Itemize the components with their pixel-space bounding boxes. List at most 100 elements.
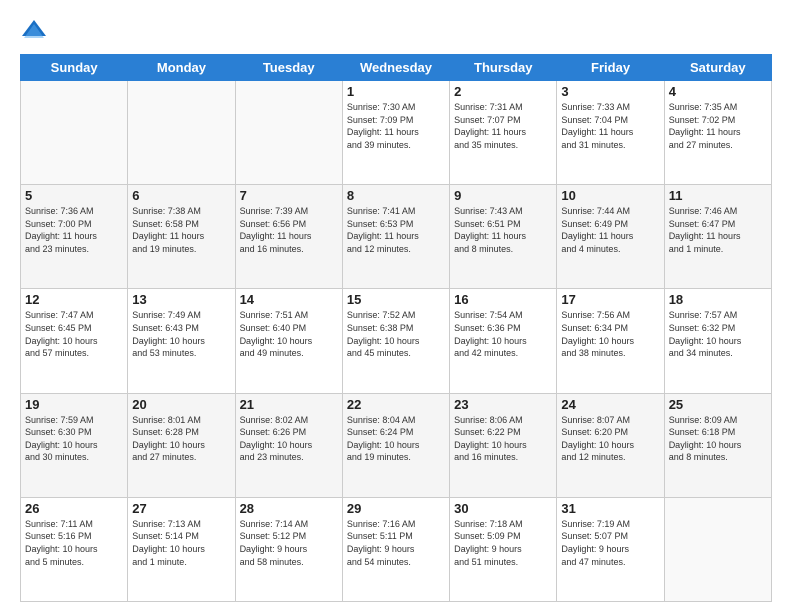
calendar-cell: 29 Sunrise: 7:16 AM Sunset: 5:11 PM Dayli… bbox=[342, 497, 449, 601]
weekday-header-wednesday: Wednesday bbox=[342, 55, 449, 81]
calendar-cell bbox=[21, 81, 128, 185]
day-number: 31 bbox=[561, 501, 659, 516]
calendar-cell: 15 Sunrise: 7:52 AM Sunset: 6:38 PM Dayli… bbox=[342, 289, 449, 393]
day-number: 17 bbox=[561, 292, 659, 307]
day-number: 8 bbox=[347, 188, 445, 203]
calendar-cell: 8 Sunrise: 7:41 AM Sunset: 6:53 PM Daylig… bbox=[342, 185, 449, 289]
day-number: 19 bbox=[25, 397, 123, 412]
calendar-cell: 14 Sunrise: 7:51 AM Sunset: 6:40 PM Dayli… bbox=[235, 289, 342, 393]
logo-icon bbox=[20, 16, 48, 44]
day-number: 6 bbox=[132, 188, 230, 203]
calendar-cell: 17 Sunrise: 7:56 AM Sunset: 6:34 PM Dayli… bbox=[557, 289, 664, 393]
day-number: 5 bbox=[25, 188, 123, 203]
calendar-cell: 16Sunrise: 7:54 AM Sunset: 6:36 PM Dayli… bbox=[450, 289, 557, 393]
calendar-cell: 6 Sunrise: 7:38 AM Sunset: 6:58 PM Daylig… bbox=[128, 185, 235, 289]
weekday-header-saturday: Saturday bbox=[664, 55, 771, 81]
day-info: Sunrise: 8:01 AM Sunset: 6:28 PM Dayligh… bbox=[132, 414, 230, 464]
day-info: Sunrise: 7:30 AM Sunset: 7:09 PM Dayligh… bbox=[347, 101, 445, 151]
calendar-cell: 1 Sunrise: 7:30 AM Sunset: 7:09 PM Daylig… bbox=[342, 81, 449, 185]
calendar-cell: 21 Sunrise: 8:02 AM Sunset: 6:26 PM Dayli… bbox=[235, 393, 342, 497]
day-number: 28 bbox=[240, 501, 338, 516]
day-info: Sunrise: 7:35 AM Sunset: 7:02 PM Dayligh… bbox=[669, 101, 767, 151]
calendar-cell: 7 Sunrise: 7:39 AM Sunset: 6:56 PM Daylig… bbox=[235, 185, 342, 289]
calendar-cell: 13Sunrise: 7:49 AM Sunset: 6:43 PM Dayli… bbox=[128, 289, 235, 393]
day-number: 1 bbox=[347, 84, 445, 99]
weekday-header-sunday: Sunday bbox=[21, 55, 128, 81]
day-info: Sunrise: 7:16 AM Sunset: 5:11 PM Dayligh… bbox=[347, 518, 445, 568]
calendar-cell: 24 Sunrise: 8:07 AM Sunset: 6:20 PM Dayli… bbox=[557, 393, 664, 497]
day-info: Sunrise: 7:39 AM Sunset: 6:56 PM Dayligh… bbox=[240, 205, 338, 255]
calendar-cell: 22Sunrise: 8:04 AM Sunset: 6:24 PM Dayli… bbox=[342, 393, 449, 497]
day-info: Sunrise: 7:19 AM Sunset: 5:07 PM Dayligh… bbox=[561, 518, 659, 568]
calendar-cell: 27Sunrise: 7:13 AM Sunset: 5:14 PM Dayli… bbox=[128, 497, 235, 601]
calendar-week-row: 12Sunrise: 7:47 AM Sunset: 6:45 PM Dayli… bbox=[21, 289, 772, 393]
day-info: Sunrise: 8:09 AM Sunset: 6:18 PM Dayligh… bbox=[669, 414, 767, 464]
calendar-cell: 23 Sunrise: 8:06 AM Sunset: 6:22 PM Dayli… bbox=[450, 393, 557, 497]
day-number: 7 bbox=[240, 188, 338, 203]
calendar-cell: 19 Sunrise: 7:59 AM Sunset: 6:30 PM Dayli… bbox=[21, 393, 128, 497]
calendar-cell: 31 Sunrise: 7:19 AM Sunset: 5:07 PM Dayli… bbox=[557, 497, 664, 601]
day-number: 14 bbox=[240, 292, 338, 307]
day-number: 16 bbox=[454, 292, 552, 307]
day-number: 3 bbox=[561, 84, 659, 99]
day-number: 26 bbox=[25, 501, 123, 516]
day-number: 30 bbox=[454, 501, 552, 516]
calendar-cell: 28 Sunrise: 7:14 AM Sunset: 5:12 PM Dayli… bbox=[235, 497, 342, 601]
day-info: Sunrise: 7:44 AM Sunset: 6:49 PM Dayligh… bbox=[561, 205, 659, 255]
calendar-week-row: 1 Sunrise: 7:30 AM Sunset: 7:09 PM Daylig… bbox=[21, 81, 772, 185]
calendar-cell: 26 Sunrise: 7:11 AM Sunset: 5:16 PM Dayli… bbox=[21, 497, 128, 601]
page: SundayMondayTuesdayWednesdayThursdayFrid… bbox=[0, 0, 792, 612]
day-number: 21 bbox=[240, 397, 338, 412]
day-number: 18 bbox=[669, 292, 767, 307]
calendar-cell: 4 Sunrise: 7:35 AM Sunset: 7:02 PM Daylig… bbox=[664, 81, 771, 185]
day-info: Sunrise: 7:41 AM Sunset: 6:53 PM Dayligh… bbox=[347, 205, 445, 255]
day-info: Sunrise: 7:56 AM Sunset: 6:34 PM Dayligh… bbox=[561, 309, 659, 359]
day-number: 10 bbox=[561, 188, 659, 203]
calendar-week-row: 26 Sunrise: 7:11 AM Sunset: 5:16 PM Dayli… bbox=[21, 497, 772, 601]
day-info: Sunrise: 7:51 AM Sunset: 6:40 PM Dayligh… bbox=[240, 309, 338, 359]
calendar-header-row: SundayMondayTuesdayWednesdayThursdayFrid… bbox=[21, 55, 772, 81]
day-info: Sunrise: 7:13 AM Sunset: 5:14 PM Dayligh… bbox=[132, 518, 230, 568]
calendar-table: SundayMondayTuesdayWednesdayThursdayFrid… bbox=[20, 54, 772, 602]
day-info: Sunrise: 7:52 AM Sunset: 6:38 PM Dayligh… bbox=[347, 309, 445, 359]
calendar-cell: 2Sunrise: 7:31 AM Sunset: 7:07 PM Daylig… bbox=[450, 81, 557, 185]
day-number: 29 bbox=[347, 501, 445, 516]
calendar-cell: 12Sunrise: 7:47 AM Sunset: 6:45 PM Dayli… bbox=[21, 289, 128, 393]
day-info: Sunrise: 8:02 AM Sunset: 6:26 PM Dayligh… bbox=[240, 414, 338, 464]
weekday-header-thursday: Thursday bbox=[450, 55, 557, 81]
calendar-cell: 25 Sunrise: 8:09 AM Sunset: 6:18 PM Dayli… bbox=[664, 393, 771, 497]
calendar-cell: 11 Sunrise: 7:46 AM Sunset: 6:47 PM Dayli… bbox=[664, 185, 771, 289]
day-info: Sunrise: 7:49 AM Sunset: 6:43 PM Dayligh… bbox=[132, 309, 230, 359]
day-number: 11 bbox=[669, 188, 767, 203]
day-info: Sunrise: 7:33 AM Sunset: 7:04 PM Dayligh… bbox=[561, 101, 659, 151]
day-info: Sunrise: 7:57 AM Sunset: 6:32 PM Dayligh… bbox=[669, 309, 767, 359]
day-info: Sunrise: 7:14 AM Sunset: 5:12 PM Dayligh… bbox=[240, 518, 338, 568]
calendar-week-row: 19 Sunrise: 7:59 AM Sunset: 6:30 PM Dayli… bbox=[21, 393, 772, 497]
calendar-cell bbox=[664, 497, 771, 601]
day-info: Sunrise: 7:43 AM Sunset: 6:51 PM Dayligh… bbox=[454, 205, 552, 255]
day-number: 24 bbox=[561, 397, 659, 412]
day-info: Sunrise: 7:11 AM Sunset: 5:16 PM Dayligh… bbox=[25, 518, 123, 568]
day-info: Sunrise: 8:04 AM Sunset: 6:24 PM Dayligh… bbox=[347, 414, 445, 464]
calendar-cell: 10 Sunrise: 7:44 AM Sunset: 6:49 PM Dayli… bbox=[557, 185, 664, 289]
calendar-cell: 3 Sunrise: 7:33 AM Sunset: 7:04 PM Daylig… bbox=[557, 81, 664, 185]
day-info: Sunrise: 7:31 AM Sunset: 7:07 PM Dayligh… bbox=[454, 101, 552, 151]
day-info: Sunrise: 7:36 AM Sunset: 7:00 PM Dayligh… bbox=[25, 205, 123, 255]
calendar-cell: 20 Sunrise: 8:01 AM Sunset: 6:28 PM Dayli… bbox=[128, 393, 235, 497]
day-number: 20 bbox=[132, 397, 230, 412]
day-info: Sunrise: 7:18 AM Sunset: 5:09 PM Dayligh… bbox=[454, 518, 552, 568]
logo bbox=[20, 16, 52, 44]
day-info: Sunrise: 7:46 AM Sunset: 6:47 PM Dayligh… bbox=[669, 205, 767, 255]
day-info: Sunrise: 8:07 AM Sunset: 6:20 PM Dayligh… bbox=[561, 414, 659, 464]
calendar-cell: 5 Sunrise: 7:36 AM Sunset: 7:00 PM Daylig… bbox=[21, 185, 128, 289]
day-info: Sunrise: 7:59 AM Sunset: 6:30 PM Dayligh… bbox=[25, 414, 123, 464]
calendar-cell: 18 Sunrise: 7:57 AM Sunset: 6:32 PM Dayli… bbox=[664, 289, 771, 393]
day-number: 25 bbox=[669, 397, 767, 412]
day-number: 15 bbox=[347, 292, 445, 307]
day-number: 4 bbox=[669, 84, 767, 99]
calendar-cell bbox=[235, 81, 342, 185]
day-number: 23 bbox=[454, 397, 552, 412]
weekday-header-tuesday: Tuesday bbox=[235, 55, 342, 81]
day-info: Sunrise: 7:38 AM Sunset: 6:58 PM Dayligh… bbox=[132, 205, 230, 255]
day-info: Sunrise: 8:06 AM Sunset: 6:22 PM Dayligh… bbox=[454, 414, 552, 464]
